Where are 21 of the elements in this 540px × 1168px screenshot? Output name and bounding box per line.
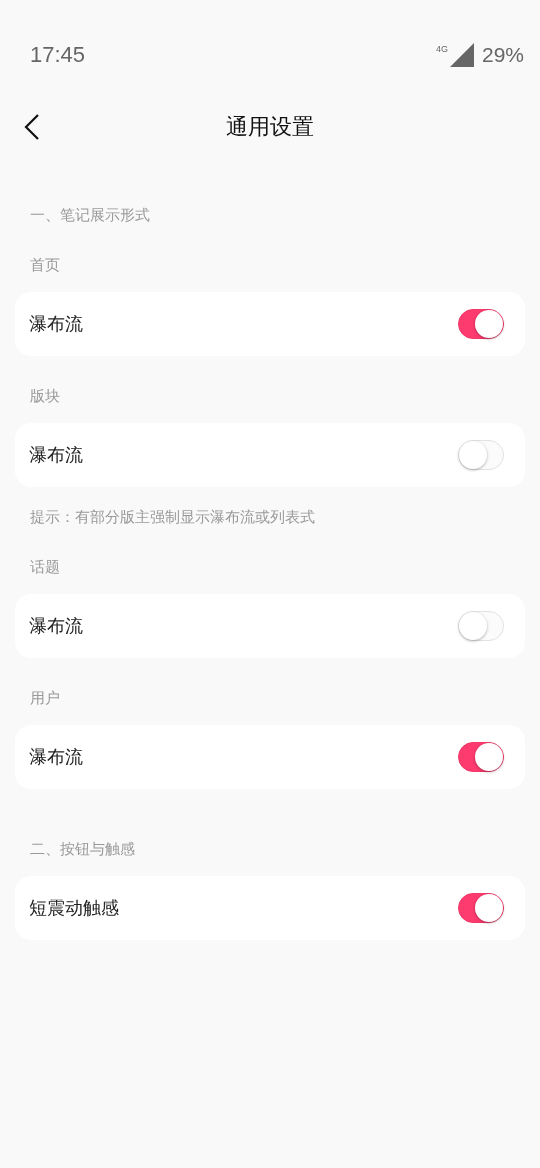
section-title: 二、按钮与触感 <box>30 839 136 859</box>
setting-label: 短震动触感 <box>29 896 119 920</box>
section-title: 一、笔记展示形式 <box>30 205 151 225</box>
group-label: 版块 <box>30 386 61 406</box>
toggle-switch[interactable] <box>458 742 504 772</box>
status-time: 17:45 <box>30 42 86 68</box>
group-label: 首页 <box>30 255 61 275</box>
hint-text: 提示：有部分版主强制显示瀑布流或列表式 <box>30 507 316 527</box>
network-type: 4G <box>435 44 448 54</box>
group-label: 用户 <box>30 688 61 708</box>
group-label: 话题 <box>30 557 61 577</box>
back-icon <box>24 114 40 140</box>
toggle-switch[interactable] <box>458 309 504 339</box>
signal-icon <box>449 43 474 67</box>
setting-label: 瀑布流 <box>29 614 83 638</box>
setting-label: 瀑布流 <box>29 312 83 336</box>
setting-label: 瀑布流 <box>29 745 83 769</box>
battery-percent: 29% <box>481 43 524 67</box>
toggle-switch[interactable] <box>458 893 504 923</box>
setting-label: 瀑布流 <box>29 443 83 467</box>
page-title: 通用设置 <box>226 113 314 141</box>
